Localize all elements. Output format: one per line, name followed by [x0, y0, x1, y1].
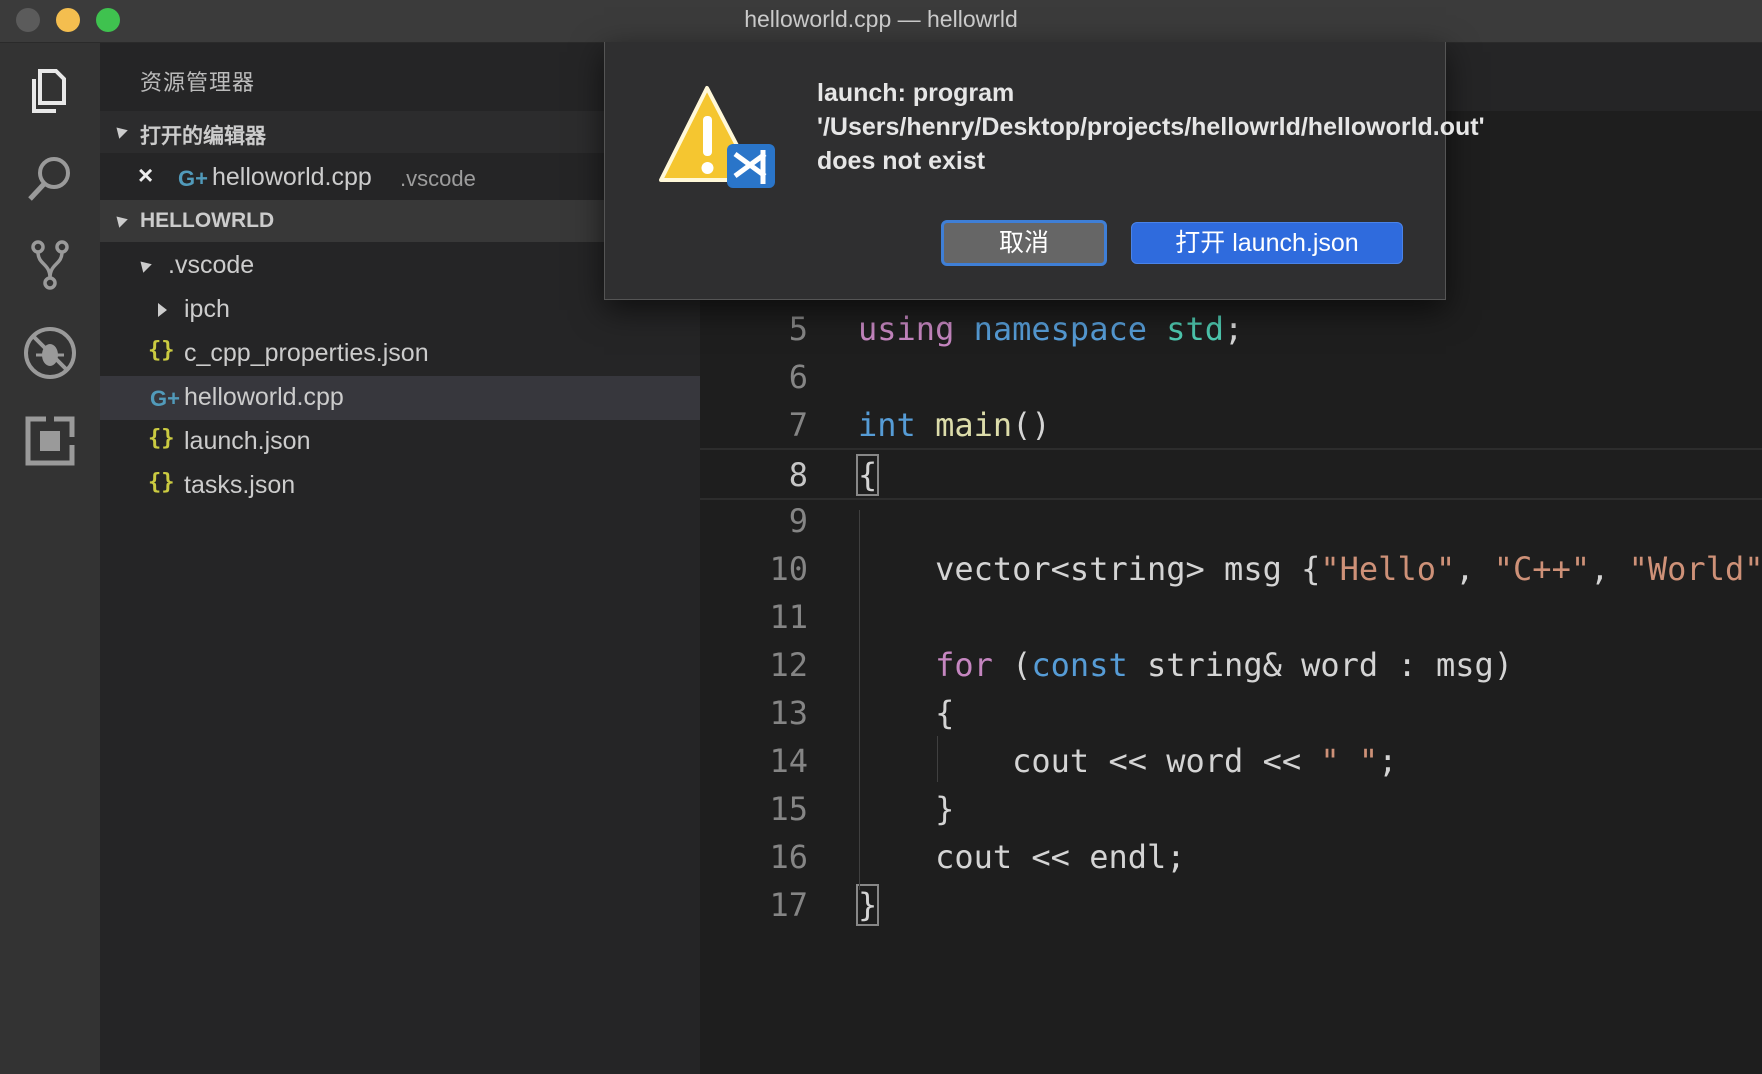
code-line[interactable]: 8{: [700, 448, 1762, 500]
code-text: }: [858, 790, 954, 828]
title-bar: helloworld.cpp — hellowrld: [0, 0, 1762, 43]
tree-item-label: .vscode: [168, 251, 255, 279]
warning-icon: [659, 86, 775, 188]
tree-item-label: c_cpp_properties.json: [184, 339, 429, 367]
tree-item-label: launch.json: [184, 427, 311, 455]
code-text: }: [855, 884, 880, 926]
extensions-icon[interactable]: [22, 413, 78, 469]
close-icon[interactable]: ×: [138, 160, 153, 191]
line-number: 5: [788, 310, 808, 348]
expand-arrow-icon: [112, 123, 128, 139]
cpp-file-icon: G+: [150, 386, 180, 411]
tree-item-tasks-json[interactable]: {} tasks.json: [100, 464, 700, 508]
expand-arrow-icon: [136, 257, 152, 273]
open-launch-json-button[interactable]: 打开 launch.json: [1131, 222, 1403, 264]
code-token: "World": [1628, 550, 1762, 588]
code-token: ;: [1224, 310, 1244, 348]
line-number: 11: [769, 598, 808, 636]
code-token: "Hello": [1320, 550, 1456, 588]
code-token: namespace: [973, 310, 1147, 348]
collapse-arrow-icon: [158, 303, 167, 317]
code-text: using namespace std;: [858, 310, 1243, 348]
line-number: 16: [769, 838, 808, 876]
json-file-icon: {}: [148, 426, 175, 451]
code-line[interactable]: 6: [700, 352, 1762, 400]
line-number: 6: [788, 358, 808, 396]
code-token: cout << word <<: [858, 742, 1321, 780]
search-icon[interactable]: [22, 151, 78, 207]
indent-guide: [937, 736, 938, 782]
line-number: 8: [788, 456, 808, 494]
code-token: {: [855, 454, 880, 496]
code-token: "C++": [1493, 550, 1591, 588]
line-number: 10: [769, 550, 808, 588]
source-control-icon[interactable]: [22, 237, 78, 293]
code-text: for (const string& word : msg): [858, 646, 1513, 684]
code-token: }: [855, 884, 880, 926]
code-token: {: [858, 694, 955, 732]
code-token: " ": [1320, 742, 1379, 780]
tree-item-launch-json[interactable]: {} launch.json: [100, 420, 700, 464]
line-number: 7: [788, 406, 808, 444]
explorer-icon[interactable]: [22, 63, 78, 119]
cancel-button[interactable]: 取消: [941, 220, 1107, 266]
open-editor-folder: .vscode: [400, 166, 476, 191]
code-token: using: [858, 310, 955, 348]
code-token: vector<string> msg {: [858, 550, 1321, 588]
code-text: {: [855, 454, 880, 496]
code-token: const: [1031, 646, 1128, 684]
window-title: helloworld.cpp — hellowrld: [744, 6, 1018, 32]
line-number: 17: [769, 886, 808, 924]
line-number: 9: [788, 502, 808, 540]
sidebar-title: 资源管理器: [140, 70, 256, 95]
code-token: ;: [1378, 742, 1398, 780]
code-text: {: [858, 694, 954, 732]
line-number: 12: [769, 646, 808, 684]
code-token: }: [858, 790, 955, 828]
activity-bar: [0, 43, 100, 1074]
indent-guide: [859, 510, 860, 890]
code-token: (: [992, 646, 1032, 684]
code-text: vector<string> msg {"Hello", "C++", "Wor…: [858, 550, 1762, 588]
code-text: cout << endl;: [858, 838, 1186, 876]
code-token: ,: [1590, 550, 1629, 588]
tree-item-label: ipch: [184, 295, 230, 323]
json-file-icon: {}: [148, 470, 175, 495]
code-token: ,: [1455, 550, 1494, 588]
code-line[interactable]: 7 int main(): [700, 400, 1762, 448]
tree-item-helloworld-cpp[interactable]: G+ helloworld.cpp: [100, 376, 700, 420]
line-number: 14: [769, 742, 808, 780]
code-token: int: [858, 406, 916, 444]
cpp-file-icon: G+: [178, 166, 208, 191]
code-line[interactable]: 5 using namespace std;: [700, 304, 1762, 352]
open-editor-filename: helloworld.cpp: [212, 163, 372, 191]
code-token: for: [935, 646, 993, 684]
open-editors-label: 打开的编辑器: [140, 125, 266, 148]
code-token: cout << endl;: [858, 838, 1186, 876]
tree-item-label: helloworld.cpp: [184, 383, 344, 411]
tree-item-label: tasks.json: [184, 471, 296, 499]
code-text: cout << word << " ";: [858, 742, 1397, 780]
code-token: string& word : msg): [1127, 646, 1514, 684]
tree-item-c-cpp-properties[interactable]: {} c_cpp_properties.json: [100, 332, 700, 376]
error-message: launch: program '/Users/henry/Desktop/pr…: [817, 79, 1485, 175]
code-token: std: [1166, 310, 1225, 348]
code-token: main: [935, 406, 1013, 444]
debug-icon[interactable]: [22, 325, 78, 381]
line-number: 13: [769, 694, 808, 732]
code-text: int main(): [858, 406, 1051, 444]
json-file-icon: {}: [148, 338, 175, 363]
expand-arrow-icon: [112, 212, 128, 228]
project-label: HELLOWRLD: [140, 209, 275, 232]
error-dialog: launch: program '/Users/henry/Desktop/pr…: [604, 42, 1485, 300]
code-token: (): [1012, 406, 1051, 444]
line-number: 15: [769, 790, 808, 828]
